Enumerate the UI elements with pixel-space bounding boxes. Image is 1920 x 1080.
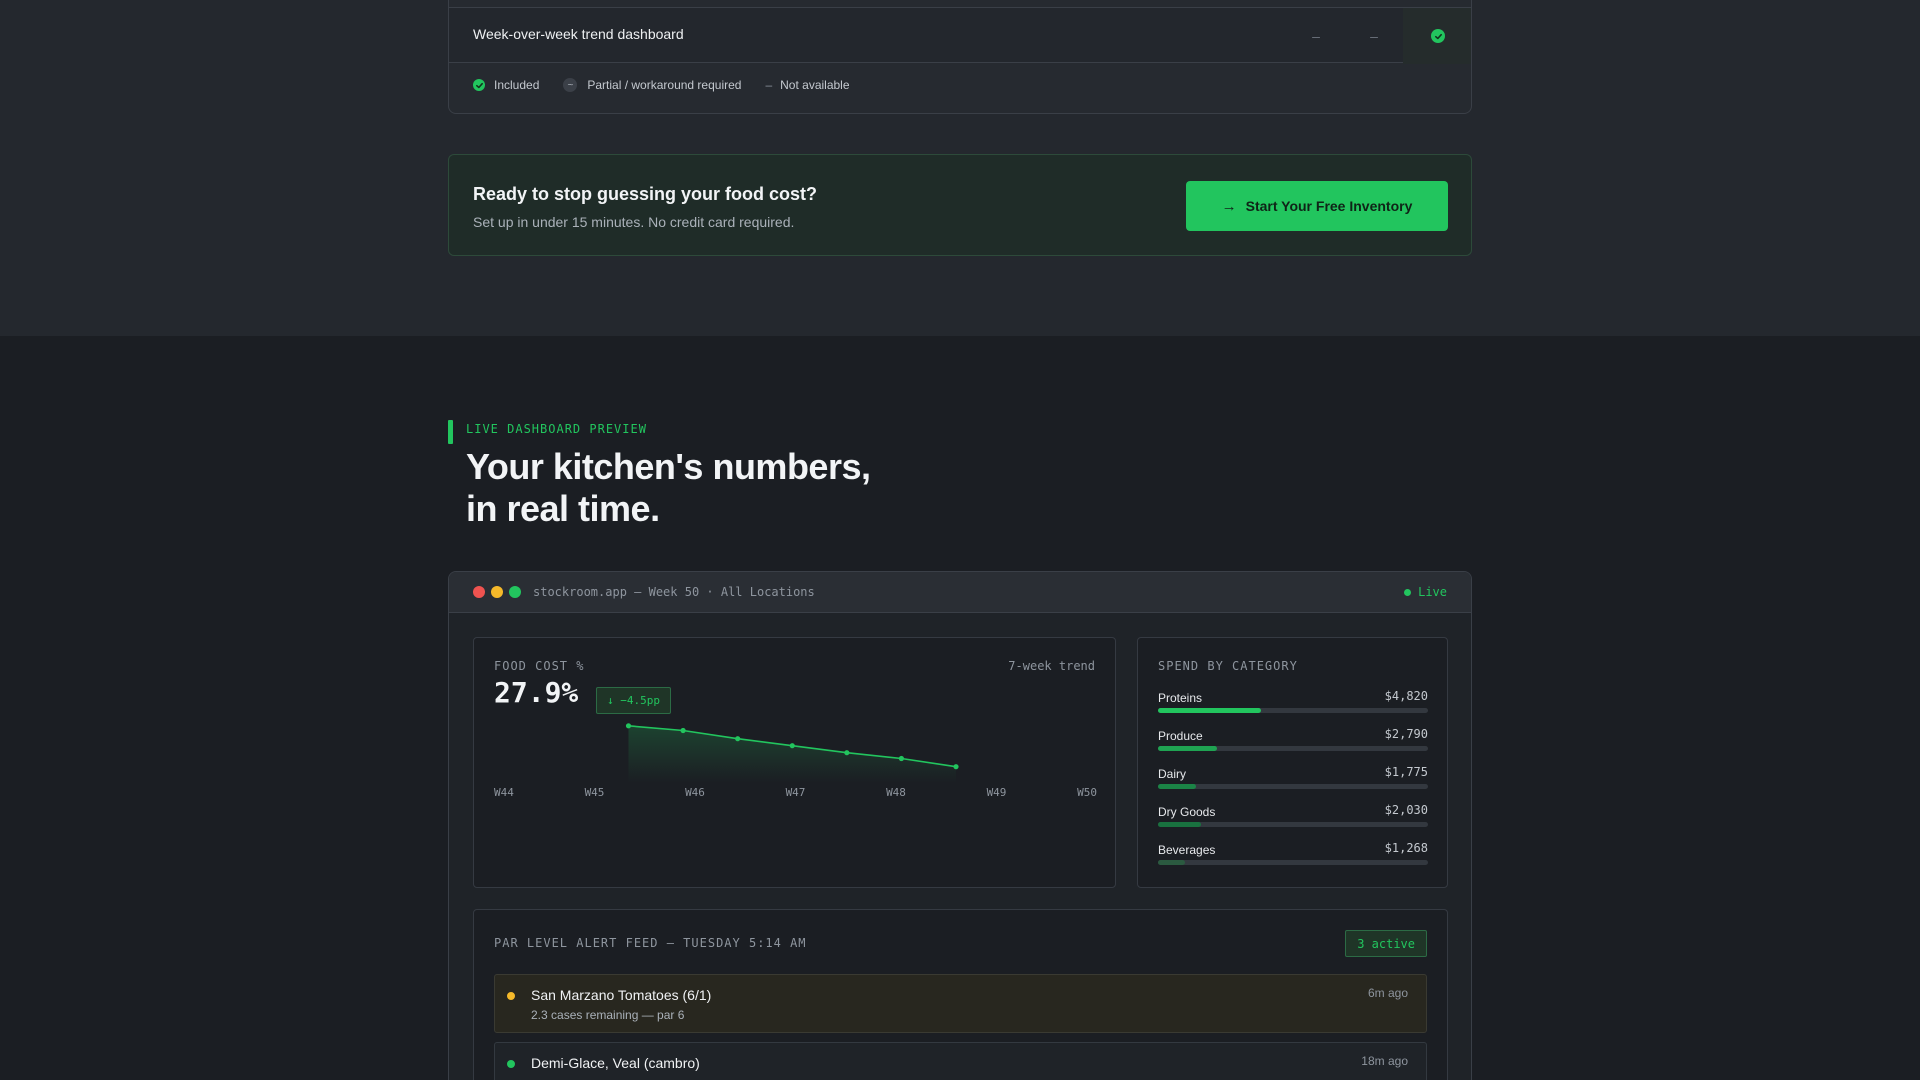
legend-included-label: Included: [494, 78, 540, 92]
category-amount: $2,030: [1384, 803, 1428, 817]
category-row: Produce $2,790: [1158, 727, 1428, 757]
x-tick-label: W49: [987, 786, 1007, 799]
trend-point: [625, 723, 632, 729]
category-bar-fill: [1158, 746, 1218, 751]
check-icon: [1431, 29, 1445, 43]
window-titlebar: stockroom.app — Week 50 · All Locations …: [449, 572, 1471, 613]
category-bar-track: [1158, 822, 1428, 827]
trend-point: [898, 755, 905, 762]
category-row: Proteins $4,820: [1158, 689, 1428, 719]
x-tick-label: W47: [786, 786, 806, 799]
ok-status-dot-icon: [507, 1060, 515, 1068]
category-row: Dry Goods $2,030: [1158, 803, 1428, 833]
category-bar-track: [1158, 708, 1428, 713]
table-legend: Included ~ Partial / workaround required…: [473, 78, 874, 92]
x-tick-label: W45: [585, 786, 605, 799]
category-amount: $1,268: [1384, 841, 1428, 855]
category-name: Beverages: [1158, 843, 1216, 857]
spend-category-label: SPEND BY CATEGORY: [1158, 659, 1298, 673]
cta-banner: Ready to stop guessing your food cost? S…: [448, 154, 1472, 256]
x-tick-label: W48: [886, 786, 906, 799]
comparison-section: Week-over-week trend dashboard – – Inclu…: [0, 0, 1920, 336]
stockroom-cell: [1403, 8, 1471, 64]
alert-feed-label: PAR LEVEL ALERT FEED — TUESDAY 5:14 AM: [494, 936, 807, 950]
headline-line-2: in real time.: [466, 488, 660, 529]
food-cost-panel: FOOD COST % 7-week trend 27.9% ↓ −4.5pp …: [473, 637, 1116, 888]
category-bar-track: [1158, 860, 1428, 865]
cta-button-label: Start Your Free Inventory: [1245, 198, 1413, 214]
trend-point: [844, 750, 850, 756]
tilde-icon: ~: [563, 78, 578, 92]
alert-title: Demi-Glace, Veal (cambro): [531, 1055, 700, 1071]
headline-line-1: Your kitchen's numbers,: [466, 446, 871, 487]
window-url: stockroom.app — Week 50 · All Locations: [533, 585, 815, 599]
cta-title: Ready to stop guessing your food cost?: [473, 184, 818, 204]
alert-subtitle: 2.3 cases remaining — par 6: [531, 1008, 685, 1022]
category-amount: $2,790: [1384, 727, 1428, 741]
competitor-b-cell: –: [1370, 28, 1378, 44]
category-name: Dry Goods: [1158, 805, 1216, 819]
category-amount: $1,775: [1384, 765, 1428, 779]
category-name: Produce: [1158, 729, 1203, 743]
par-alert-feed-panel: PAR LEVEL ALERT FEED — TUESDAY 5:14 AM 3…: [473, 909, 1448, 1080]
minimize-dot-icon: [491, 586, 503, 598]
legend-not-available: – Not available: [765, 78, 849, 92]
close-dot-icon: [473, 586, 485, 598]
live-dot-icon: [1404, 588, 1412, 596]
table-row: Week-over-week trend dashboard – –: [449, 7, 1471, 64]
dash-icon: –: [765, 78, 773, 92]
trend-point: [680, 727, 686, 734]
trend-area: [628, 725, 956, 783]
category-bar-track: [1158, 784, 1428, 789]
legend-included: Included: [473, 78, 539, 92]
section-eyebrow: LIVE DASHBOARD PREVIEW: [466, 422, 647, 436]
trend-point: [789, 743, 795, 749]
feature-label: Week-over-week trend dashboard: [473, 26, 684, 42]
trend-point: [735, 736, 741, 742]
arrow-right-icon: →: [1221, 197, 1237, 215]
alert-time: 6m ago: [1367, 986, 1408, 1000]
start-free-inventory-button[interactable]: → Start Your Free Inventory: [1186, 181, 1448, 231]
category-row: Beverages $1,268: [1158, 841, 1428, 871]
category-bar-fill: [1158, 860, 1185, 865]
legend-partial-label: Partial / workaround required: [587, 78, 742, 92]
active-count-badge: 3 active: [1345, 930, 1427, 957]
x-tick-label: W50: [1077, 786, 1097, 799]
dashboard-window: stockroom.app — Week 50 · All Locations …: [448, 571, 1472, 1080]
alert-item[interactable]: San Marzano Tomatoes (6/1) 2.3 cases rem…: [494, 974, 1427, 1033]
comparison-table: Week-over-week trend dashboard – – Inclu…: [448, 0, 1472, 114]
warning-status-dot-icon: [507, 992, 515, 1000]
legend-partial: ~ Partial / workaround required: [563, 78, 741, 92]
category-amount: $4,820: [1384, 689, 1428, 703]
spend-by-category-panel: SPEND BY CATEGORY Proteins $4,820 Produc…: [1137, 637, 1448, 888]
category-bar-fill: [1158, 822, 1202, 827]
check-icon: [473, 79, 485, 91]
category-name: Proteins: [1158, 691, 1203, 705]
category-row: Dairy $1,775: [1158, 765, 1428, 795]
category-bar-track: [1158, 746, 1428, 751]
live-label: Live: [1418, 585, 1447, 599]
live-indicator: Live: [1404, 585, 1447, 599]
legend-not-available-label: Not available: [780, 78, 850, 92]
trend-point: [953, 764, 959, 770]
section-headline: Your kitchen's numbers, in real time.: [466, 446, 871, 530]
alert-title: San Marzano Tomatoes (6/1): [531, 987, 712, 1003]
alert-item[interactable]: Demi-Glace, Veal (cambro) 18m ago: [494, 1042, 1427, 1080]
cta-subtitle: Set up in under 15 minutes. No credit ca…: [473, 214, 795, 230]
category-bar-fill: [1158, 708, 1261, 713]
eyebrow-accent-bar: [448, 420, 453, 444]
food-cost-trend-chart: W44 W45 W46 W47 W48 W49 W50: [494, 723, 1097, 799]
category-name: Dairy: [1158, 767, 1187, 781]
alert-time: 18m ago: [1361, 1054, 1408, 1068]
maximize-dot-icon: [509, 586, 521, 598]
category-bar-fill: [1158, 784, 1196, 789]
competitor-a-cell: –: [1312, 28, 1320, 44]
x-tick-label: W46: [685, 786, 705, 799]
x-tick-label: W44: [494, 786, 514, 799]
